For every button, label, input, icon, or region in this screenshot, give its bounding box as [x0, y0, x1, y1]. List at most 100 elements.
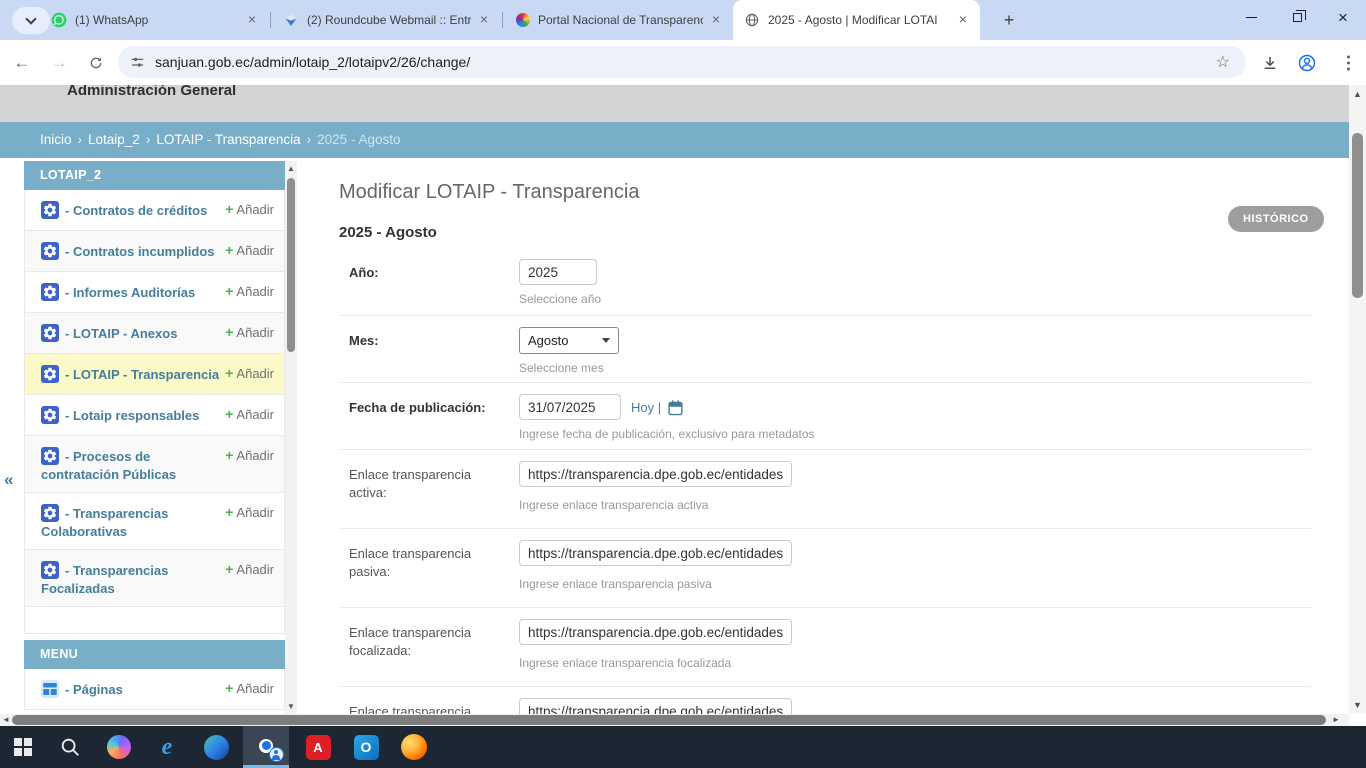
- web-page: Administración General Inicio›Lotaip_2›L…: [0, 85, 1366, 726]
- search-icon: [59, 736, 81, 758]
- sidebar-item-lotaip-responsables[interactable]: - Lotaip responsables +Añadir: [24, 395, 285, 436]
- gear-icon: [41, 365, 59, 383]
- breadcrumb-lotaip-transparencia[interactable]: LOTAIP - Transparencia: [156, 132, 300, 147]
- new-tab-button[interactable]: +: [996, 8, 1022, 34]
- sidebar-scrollbar[interactable]: ▲ ▼: [285, 161, 297, 714]
- add-link[interactable]: +Añadir: [225, 561, 274, 577]
- chrome-button-active[interactable]: [243, 726, 289, 768]
- profile-button[interactable]: [1297, 53, 1317, 73]
- copilot-button[interactable]: [96, 726, 142, 768]
- close-tab-icon[interactable]: ×: [475, 11, 493, 29]
- plus-icon: +: [225, 242, 233, 258]
- add-link[interactable]: +Añadir: [225, 504, 274, 520]
- ano-input[interactable]: [519, 259, 597, 285]
- sidebar-item-procesos-contratacion[interactable]: - Procesos de contratación Públicas +Aña…: [24, 436, 285, 493]
- sidebar-menu-title: MENU: [24, 640, 285, 669]
- fecha-input[interactable]: [519, 394, 621, 420]
- browser-tab-bar: (1) WhatsApp × (2) Roundcube Webmail :: …: [0, 0, 1366, 40]
- breadcrumb-lotaip2[interactable]: Lotaip_2: [88, 132, 140, 147]
- search-button[interactable]: [47, 726, 93, 768]
- tab-title: 2025 - Agosto | Modificar LOTAI: [768, 13, 950, 27]
- tab-separator: [502, 12, 503, 28]
- scroll-left-icon[interactable]: ◄: [2, 714, 10, 726]
- breadcrumb-inicio[interactable]: Inicio: [40, 132, 72, 147]
- sidebar-scrollbar-thumb[interactable]: [287, 178, 295, 352]
- enlace-focalizada-input[interactable]: [519, 619, 792, 645]
- scroll-right-icon[interactable]: ►: [1332, 714, 1340, 726]
- add-link[interactable]: +Añadir: [225, 406, 274, 422]
- sidebar-item-lotaip-anexos[interactable]: - LOTAIP - Anexos +Añadir: [24, 313, 285, 354]
- chrome-profile-badge: [269, 747, 284, 762]
- gear-icon: [41, 324, 59, 342]
- sidebar-item-contratos-incumplidos[interactable]: - Contratos incumplidos +Añadir: [24, 231, 285, 272]
- mes-select[interactable]: Agosto: [519, 327, 619, 354]
- add-link[interactable]: +Añadir: [225, 365, 274, 381]
- horizontal-scrollbar[interactable]: ◄ ►: [0, 714, 1349, 726]
- field-help: Ingrese fecha de publicación, exclusivo …: [519, 427, 1311, 441]
- scroll-up-icon[interactable]: ▲: [1349, 89, 1366, 99]
- internet-explorer-button[interactable]: e: [144, 726, 190, 768]
- minimize-button[interactable]: [1228, 0, 1274, 34]
- bookmark-star-icon[interactable]: ☆: [1212, 52, 1234, 72]
- add-link[interactable]: +Añadir: [225, 201, 274, 217]
- tab-portal[interactable]: Portal Nacional de Transparenci ×: [504, 0, 733, 40]
- forward-button[interactable]: →: [45, 49, 73, 77]
- browser-menu-button[interactable]: [1343, 51, 1354, 74]
- enlace-pasiva-input[interactable]: [519, 540, 792, 566]
- enlace-activa-input[interactable]: [519, 461, 792, 487]
- tab-whatsapp[interactable]: (1) WhatsApp ×: [40, 0, 269, 40]
- sidebar-section-title: LOTAIP_2: [24, 161, 285, 190]
- edge-icon: [204, 735, 229, 760]
- sidebar-item-contratos-creditos[interactable]: - Contratos de créditos +Añadir: [24, 190, 285, 231]
- sidebar-item-paginas[interactable]: - Páginas +Añadir: [24, 669, 285, 710]
- restore-button[interactable]: [1274, 0, 1320, 34]
- url-text[interactable]: sanjuan.gob.ec/admin/lotaip_2/lotaipv2/2…: [155, 54, 1212, 70]
- horizontal-scrollbar-thumb[interactable]: [12, 715, 1326, 725]
- close-tab-icon[interactable]: ×: [707, 11, 725, 29]
- close-tab-icon[interactable]: ×: [243, 11, 261, 29]
- breadcrumb-separator: ›: [146, 132, 151, 147]
- historico-button[interactable]: HISTÓRICO: [1228, 206, 1324, 232]
- site-info-icon[interactable]: [130, 55, 145, 70]
- tab-active-lotaip[interactable]: 2025 - Agosto | Modificar LOTAI ×: [733, 0, 980, 40]
- firefox-button[interactable]: [391, 726, 437, 768]
- scroll-up-icon[interactable]: ▲: [285, 164, 297, 173]
- add-link[interactable]: +Añadir: [225, 324, 274, 340]
- outlook-button[interactable]: O: [343, 726, 389, 768]
- acrobat-button[interactable]: A: [295, 726, 341, 768]
- refresh-button[interactable]: [82, 49, 110, 77]
- field-row-enlace-pasiva: Enlace transparencia pasiva: Ingrese enl…: [339, 528, 1311, 607]
- field-label: Fecha de publicación:: [349, 394, 519, 449]
- sidebar-collapse-button[interactable]: «: [4, 470, 13, 490]
- scroll-down-icon[interactable]: ▼: [1349, 700, 1366, 710]
- gear-icon: [41, 283, 59, 301]
- sidebar: LOTAIP_2 - Contratos de créditos +Añadir…: [24, 161, 285, 710]
- vertical-scrollbar-thumb[interactable]: [1352, 133, 1363, 298]
- omnibox[interactable]: sanjuan.gob.ec/admin/lotaip_2/lotaipv2/2…: [118, 46, 1246, 78]
- start-button[interactable]: [0, 726, 46, 768]
- vertical-scrollbar[interactable]: ▲ ▼: [1349, 85, 1366, 714]
- tab-roundcube[interactable]: (2) Roundcube Webmail :: Entra ×: [272, 0, 501, 40]
- scroll-down-icon[interactable]: ▼: [285, 702, 297, 711]
- gear-icon: [41, 242, 59, 260]
- downloads-button[interactable]: [1261, 54, 1279, 72]
- sidebar-item-lotaip-transparencia[interactable]: - LOTAIP - Transparencia +Añadir: [24, 354, 285, 395]
- calendar-icon[interactable]: [667, 399, 684, 416]
- add-link[interactable]: +Añadir: [225, 680, 274, 696]
- add-link[interactable]: +Añadir: [225, 283, 274, 299]
- edge-button[interactable]: [193, 726, 239, 768]
- field-row-enlace-activa: Enlace transparencia activa: Ingrese enl…: [339, 449, 1311, 528]
- sidebar-item-transparencias-focalizadas[interactable]: - Transparencias Focalizadas +Añadir: [24, 550, 285, 607]
- gear-icon: [41, 201, 59, 219]
- back-button[interactable]: ←: [8, 49, 36, 77]
- acrobat-icon: A: [306, 735, 331, 760]
- sidebar-item-informes-auditorias[interactable]: - Informes Auditorías +Añadir: [24, 272, 285, 313]
- today-link[interactable]: Hoy |: [631, 400, 661, 415]
- close-window-button[interactable]: ×: [1320, 0, 1366, 34]
- add-link[interactable]: +Añadir: [225, 447, 274, 463]
- close-tab-icon[interactable]: ×: [954, 11, 972, 29]
- sidebar-item-transparencias-colaborativas[interactable]: - Transparencias Colaborativas +Añadir: [24, 493, 285, 550]
- plus-icon: +: [225, 365, 233, 381]
- breadcrumb: Inicio›Lotaip_2›LOTAIP - Transparencia›2…: [0, 122, 1349, 158]
- add-link[interactable]: +Añadir: [225, 242, 274, 258]
